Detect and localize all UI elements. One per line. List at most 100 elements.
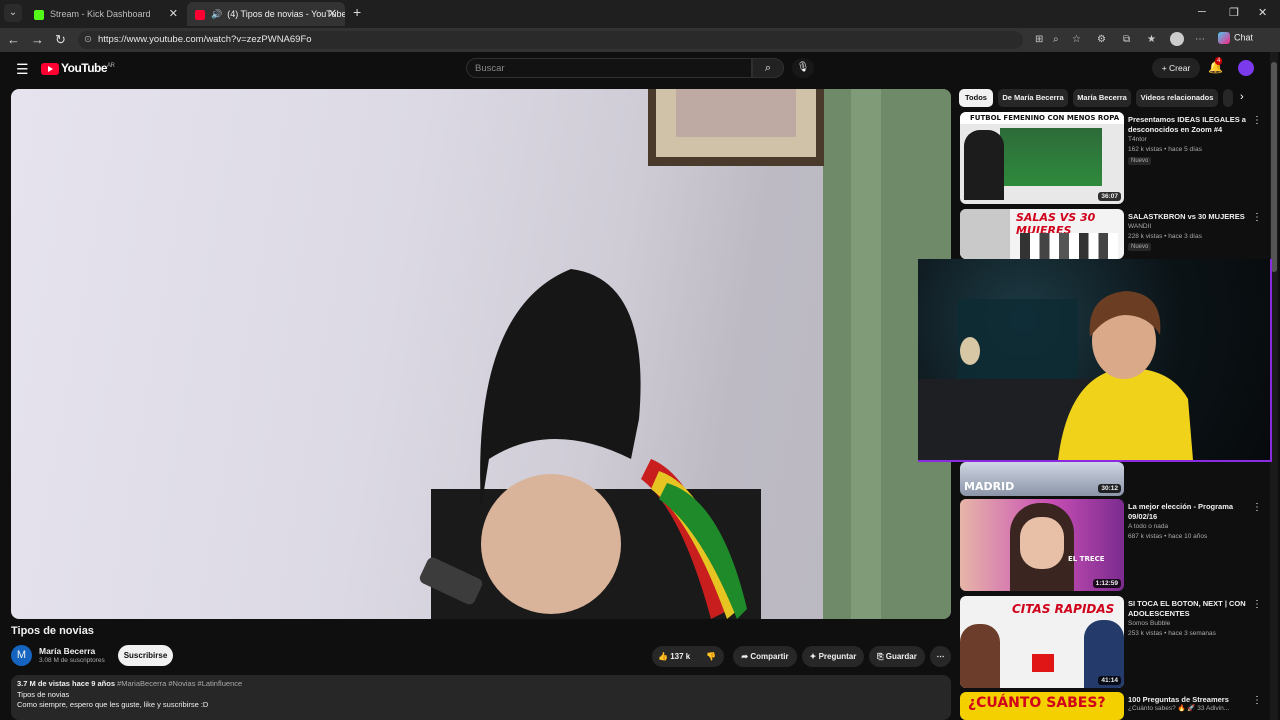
reload-icon[interactable]: ↻ bbox=[55, 32, 66, 48]
more-actions-icon[interactable]: ⋯ bbox=[930, 646, 951, 667]
youtube-header: ☰ YouTubeAR Buscar ⌕ 🎙 + Crear 🔔 4 bbox=[0, 52, 1268, 86]
video-meta: 228 k vistas • hace 3 días bbox=[1128, 233, 1202, 240]
subscribe-button[interactable]: Suscribirse bbox=[118, 645, 173, 666]
back-icon[interactable]: ← bbox=[7, 32, 20, 47]
video-thumbnail[interactable]: FUTBOL FEMENINO CON MENOS ROPA 36:07 bbox=[960, 112, 1124, 204]
save-button[interactable]: ⎘ Guardar bbox=[869, 646, 925, 667]
channel-name[interactable]: WANDII bbox=[1128, 223, 1151, 230]
description-box[interactable]: 3.7 M de vistas hace 9 años #MariaBecerr… bbox=[11, 675, 951, 720]
list-item[interactable]: FUTBOL FEMENINO CON MENOS ROPA 36:07 Pre… bbox=[960, 112, 1262, 206]
channel-name[interactable]: T4ntor bbox=[1128, 136, 1147, 143]
video-thumbnail[interactable]: CITAS RAPIDAS 41:14 bbox=[960, 596, 1124, 688]
favorite-star-icon[interactable]: ☆ bbox=[1072, 34, 1081, 45]
app-icon[interactable]: ⊞ bbox=[1035, 34, 1043, 45]
youtube-logo[interactable]: YouTubeAR bbox=[41, 61, 115, 75]
forward-icon[interactable]: → bbox=[31, 32, 44, 47]
chip-from-channel[interactable]: De María Becerra bbox=[998, 89, 1068, 107]
profile-avatar-icon[interactable] bbox=[1170, 32, 1184, 46]
tab-youtube[interactable]: 🔊 (4) Tipos de novias - YouTube ✕ bbox=[187, 2, 345, 26]
figurine bbox=[960, 337, 980, 365]
zoom-icon[interactable]: ⌕ bbox=[1053, 34, 1059, 45]
share-button[interactable]: ➦ Compartir bbox=[733, 646, 797, 667]
video-title[interactable]: Presentamos IDEAS ILEGALES a desconocido… bbox=[1128, 115, 1258, 135]
close-tab-icon[interactable]: ✕ bbox=[169, 2, 178, 26]
video-player[interactable] bbox=[11, 89, 951, 619]
favorites-icon[interactable]: ★ bbox=[1147, 34, 1156, 45]
thumbs-up-icon: 👍 bbox=[658, 652, 668, 661]
video-meta: 687 k vistas • hace 10 años bbox=[1128, 533, 1208, 540]
video-thumbnail[interactable]: ¿CUÁNTO SABES? bbox=[960, 692, 1124, 720]
channel-name[interactable]: ¿Cuánto sabes? 🔥 🚀 33 Adivin... bbox=[1128, 704, 1229, 712]
more-menu-icon[interactable]: ⋯ bbox=[1195, 34, 1205, 45]
list-item[interactable]: EL TRECE 1:12:59 La mejor elección - Pro… bbox=[960, 499, 1262, 593]
tab-kick-dashboard[interactable]: Stream - Kick Dashboard ✕ bbox=[26, 2, 186, 26]
share-label: Compartir bbox=[750, 652, 789, 661]
extensions-icon[interactable]: ⚙ bbox=[1097, 34, 1106, 45]
new-badge: Nuevo bbox=[1128, 157, 1152, 165]
split-screen-icon[interactable]: ⧉ bbox=[1123, 34, 1130, 45]
account-avatar[interactable] bbox=[1238, 60, 1254, 76]
search-icon: ⌕ bbox=[764, 62, 772, 74]
description-line: Tipos de novias bbox=[17, 689, 70, 699]
chip-related[interactable]: Videos relacionados bbox=[1136, 89, 1218, 107]
notifications-icon[interactable]: 🔔 4 bbox=[1208, 57, 1223, 74]
video-thumbnail[interactable]: SALAS VS 30 MUJERES bbox=[960, 209, 1124, 259]
new-tab-button[interactable]: + bbox=[353, 4, 361, 20]
more-options-icon[interactable]: ⋮ bbox=[1252, 115, 1262, 126]
kick-icon bbox=[34, 9, 44, 20]
site-info-icon[interactable]: ⊙ bbox=[84, 34, 92, 45]
speaker-icon[interactable]: 🔊 bbox=[211, 9, 222, 19]
chip-all[interactable]: Todos bbox=[959, 89, 993, 107]
close-tab-icon[interactable]: ✕ bbox=[328, 2, 337, 26]
chevron-right-icon[interactable]: › bbox=[1240, 91, 1244, 103]
close-window-icon[interactable]: ✕ bbox=[1258, 6, 1267, 19]
restore-icon[interactable]: ❐ bbox=[1229, 6, 1239, 19]
create-button[interactable]: + Crear bbox=[1152, 58, 1200, 78]
thumbnail-text: ¿CUÁNTO SABES? bbox=[968, 695, 1106, 711]
channel-name[interactable]: A todo o nada bbox=[1128, 523, 1168, 530]
dislike-button[interactable]: 👎 bbox=[706, 646, 716, 667]
voice-search-icon[interactable]: 🎙 bbox=[792, 58, 814, 78]
video-thumbnail[interactable]: EL TRECE 1:12:59 bbox=[960, 499, 1124, 591]
list-item[interactable]: CITAS RAPIDAS 41:14 SI TOCA EL BOTON, NE… bbox=[960, 596, 1262, 690]
video-meta: 253 k vistas • hace 3 semanas bbox=[1128, 630, 1216, 637]
minimize-icon[interactable]: ─ bbox=[1198, 6, 1206, 18]
view-count: 3.7 M de vistas bbox=[17, 679, 70, 688]
more-options-icon[interactable]: ⋮ bbox=[1252, 599, 1262, 610]
like-count: 137 k bbox=[670, 652, 691, 661]
url-text: https://www.youtube.com/watch?v=zezPWNA6… bbox=[97, 34, 312, 45]
scrollbar-thumb[interactable] bbox=[1271, 62, 1277, 272]
video-title[interactable]: La mejor elección - Programa 09/02/16 bbox=[1128, 502, 1258, 522]
video-frame bbox=[419, 89, 951, 619]
more-options-icon[interactable]: ⋮ bbox=[1252, 502, 1262, 513]
chip-partial[interactable] bbox=[1223, 89, 1233, 107]
thumbnail-text: EL TRECE bbox=[1068, 555, 1105, 563]
more-options-icon[interactable]: ⋮ bbox=[1252, 212, 1262, 223]
list-item[interactable]: SALAS VS 30 MUJERES SALASTKBRON vs 30 MU… bbox=[960, 209, 1262, 261]
channel-avatar[interactable]: M bbox=[11, 645, 32, 666]
list-item[interactable]: MADRID 30:12 bbox=[960, 462, 1260, 496]
video-title[interactable]: SI TOCA EL BOTON, NEXT | CON ADOLESCENTE… bbox=[1128, 599, 1258, 619]
channel-name[interactable]: Somos Bubble bbox=[1128, 620, 1170, 627]
channel-name[interactable]: María Becerra bbox=[39, 646, 95, 656]
more-options-icon[interactable]: ⋮ bbox=[1252, 695, 1260, 706]
notification-badge: 4 bbox=[1215, 57, 1223, 65]
search-button[interactable]: ⌕ bbox=[752, 58, 784, 78]
search-input[interactable]: Buscar bbox=[466, 58, 752, 78]
hashtags[interactable]: #MariaBecerra #Novias #Latinfluence bbox=[117, 679, 242, 688]
like-dislike-group: 👍 137 k 👎 bbox=[652, 646, 724, 667]
list-item[interactable]: ¿CUÁNTO SABES? 100 Preguntas de Streamer… bbox=[960, 692, 1260, 720]
youtube-play-icon bbox=[41, 62, 59, 75]
video-title[interactable]: SALASTKBRON vs 30 MUJERES bbox=[1128, 212, 1258, 222]
copilot-chat-button[interactable]: Chat bbox=[1218, 32, 1253, 44]
tab-actions-menu-icon[interactable]: ⌄ bbox=[4, 4, 22, 22]
like-button[interactable]: 👍 137 k bbox=[658, 652, 690, 661]
description-line: Como siempre, espero que les guste, like… bbox=[17, 700, 209, 709]
save-label: Guardar bbox=[885, 652, 917, 661]
chip-channel[interactable]: María Becerra bbox=[1073, 89, 1131, 107]
hamburger-menu-icon[interactable]: ☰ bbox=[16, 61, 29, 78]
ask-button[interactable]: ✦ Preguntar bbox=[802, 646, 864, 667]
duration-badge: 41:14 bbox=[1098, 676, 1121, 685]
video-thumbnail[interactable]: MADRID 30:12 bbox=[960, 462, 1124, 496]
url-field[interactable]: ⊙ https://www.youtube.com/watch?v=zezPWNA… bbox=[78, 31, 1023, 49]
